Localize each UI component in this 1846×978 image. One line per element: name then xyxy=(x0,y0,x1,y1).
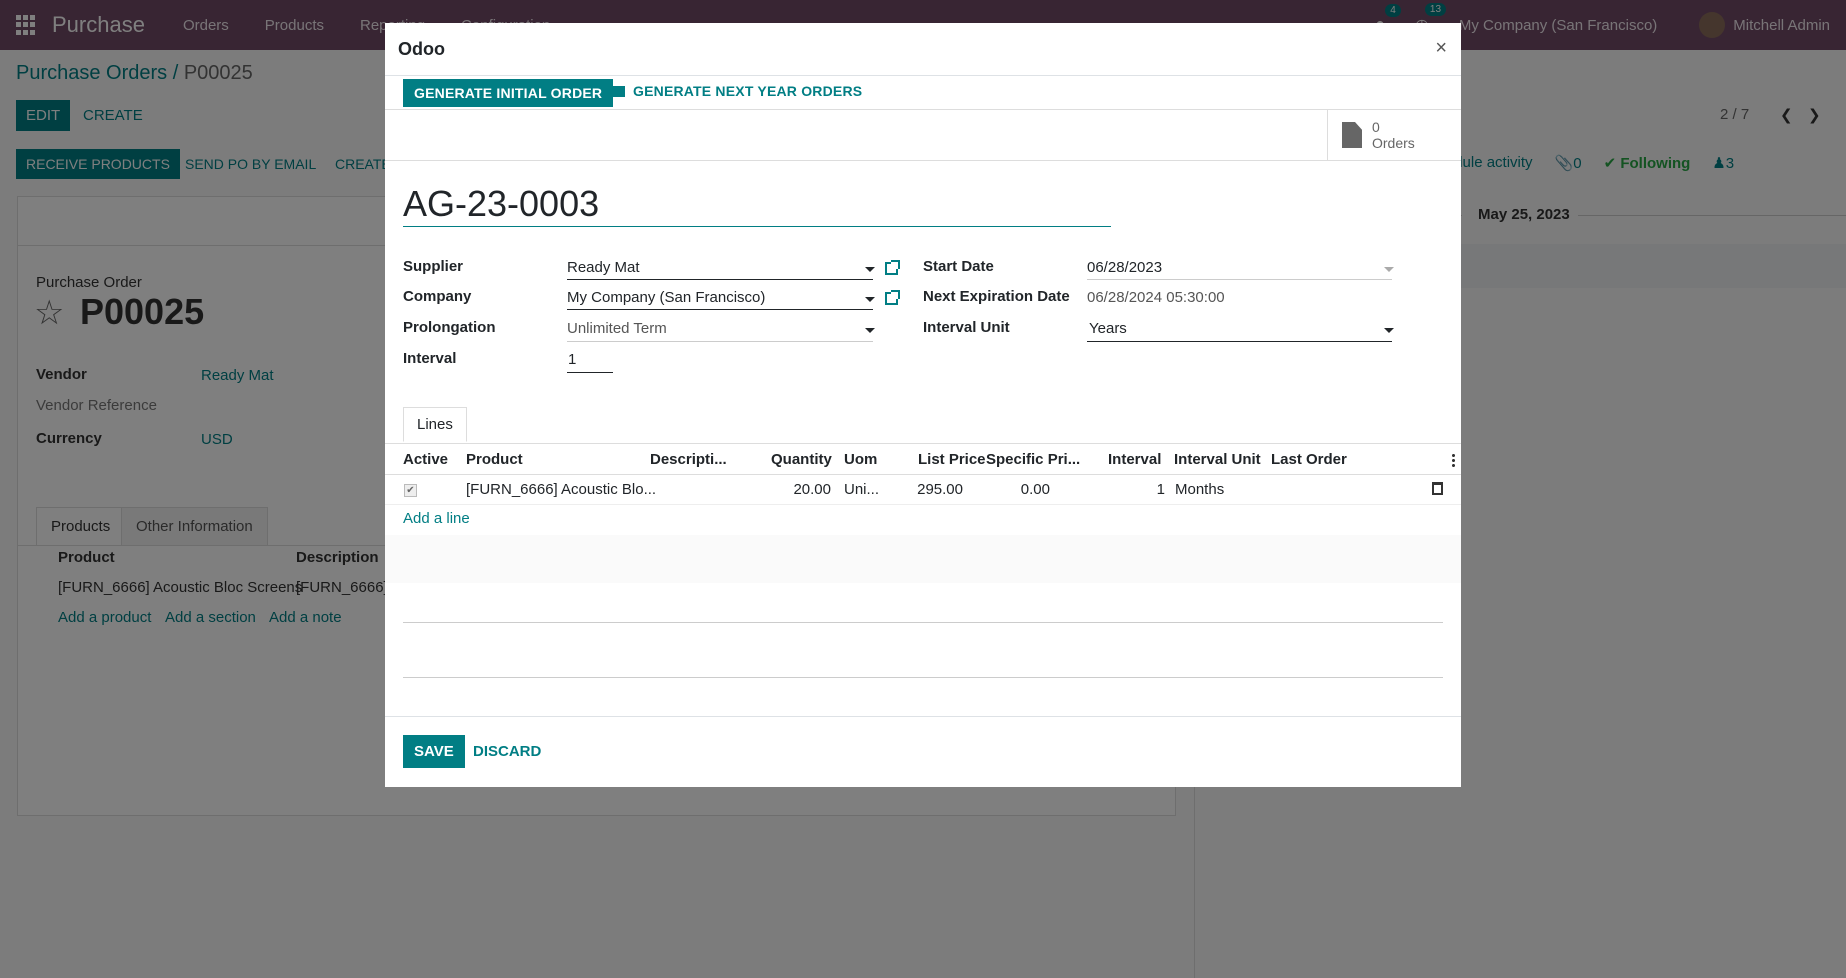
supplier-label: Supplier xyxy=(403,258,464,275)
interval-field[interactable]: 1 xyxy=(568,351,576,368)
column-product[interactable]: Product xyxy=(466,451,523,468)
line-quantity[interactable]: 20.00 xyxy=(775,481,831,498)
next-expiration-date-value: 06/28/2024 05:30:00 xyxy=(1087,289,1225,306)
line-uom[interactable]: Uni... xyxy=(844,481,879,498)
company-dropdown-icon[interactable] xyxy=(865,297,875,302)
envelope-icon xyxy=(611,85,625,97)
active-checkbox[interactable]: ✔ xyxy=(404,484,417,497)
column-interval[interactable]: Interval xyxy=(1108,451,1161,468)
company-external-link-icon[interactable] xyxy=(885,290,900,305)
start-date-label: Start Date xyxy=(923,258,994,275)
close-icon[interactable]: × xyxy=(1435,37,1447,60)
column-uom[interactable]: Uom xyxy=(844,451,877,468)
column-list-price[interactable]: List Price xyxy=(918,451,986,468)
modal-header: Odoo xyxy=(385,23,1461,76)
notes-separator-bottom xyxy=(403,677,1443,678)
company-underline xyxy=(567,309,873,310)
prolongation-underline xyxy=(567,341,873,342)
start-date-dropdown-icon[interactable] xyxy=(1384,267,1394,272)
add-line-link[interactable]: Add a line xyxy=(403,510,470,527)
notes-separator-top xyxy=(403,622,1443,623)
start-date-underline xyxy=(1087,279,1392,280)
optional-columns-icon[interactable] xyxy=(1452,453,1455,467)
company-field[interactable]: My Company (San Francisco) xyxy=(567,289,765,306)
orders-smart-button[interactable]: 0 Orders xyxy=(1327,110,1461,160)
supplier-field[interactable]: Ready Mat xyxy=(567,259,640,276)
modal-footer xyxy=(385,716,1461,787)
interval-unit-dropdown-icon[interactable] xyxy=(1384,328,1394,333)
column-specific-price[interactable]: Specific Pri... xyxy=(986,451,1080,468)
line-interval-unit[interactable]: Months xyxy=(1175,481,1224,498)
column-description[interactable]: Descripti... xyxy=(650,451,727,468)
generate-next-year-orders-button[interactable]: GENERATE NEXT YEAR ORDERS xyxy=(611,83,862,99)
line-list-price[interactable]: 295.00 xyxy=(905,481,963,498)
tab-lines[interactable]: Lines xyxy=(403,407,467,442)
column-quantity[interactable]: Quantity xyxy=(771,451,832,468)
document-icon xyxy=(1342,122,1362,148)
orders-label: Orders xyxy=(1372,135,1415,151)
start-date-field[interactable]: 06/28/2023 xyxy=(1087,259,1162,276)
delete-line-icon[interactable] xyxy=(1432,482,1443,495)
save-button[interactable]: SAVE xyxy=(403,735,465,768)
prolongation-field[interactable]: Unlimited Term xyxy=(567,320,667,337)
orders-count: 0 xyxy=(1372,119,1380,135)
button-box-divider xyxy=(385,160,1461,161)
prolongation-dropdown-icon[interactable] xyxy=(865,328,875,333)
modal-title: Odoo xyxy=(398,38,445,59)
company-label: Company xyxy=(403,288,472,305)
generate-next-year-orders-label: GENERATE NEXT YEAR ORDERS xyxy=(633,83,863,99)
line-interval[interactable]: 1 xyxy=(1105,481,1165,498)
interval-unit-label: Interval Unit xyxy=(923,319,1010,336)
interval-label: Interval xyxy=(403,350,457,367)
next-expiration-date-label: Next Expiration Date xyxy=(923,288,1070,305)
generate-initial-order-button[interactable]: GENERATE INITIAL ORDER xyxy=(403,79,614,107)
lines-tab-divider xyxy=(385,443,1461,444)
column-interval-unit[interactable]: Interval Unit xyxy=(1174,451,1261,468)
interval-unit-field[interactable]: Years xyxy=(1089,320,1127,337)
interval-underline xyxy=(567,372,613,373)
supplier-underline xyxy=(567,279,873,280)
lines-empty-row xyxy=(385,535,1461,583)
supplier-external-link-icon[interactable] xyxy=(885,260,900,275)
record-name-field[interactable]: AG-23-0003 xyxy=(403,183,599,225)
agreement-dialog: Odoo × GENERATE INITIAL ORDER GENERATE N… xyxy=(385,23,1461,787)
line-specific-price[interactable]: 0.00 xyxy=(985,481,1050,498)
supplier-dropdown-icon[interactable] xyxy=(865,267,875,272)
discard-button[interactable]: DISCARD xyxy=(473,743,541,760)
column-last-order[interactable]: Last Order xyxy=(1271,451,1347,468)
line-product[interactable]: [FURN_6666] Acoustic Blo... xyxy=(466,481,656,498)
interval-unit-underline xyxy=(1087,341,1392,342)
record-name-underline xyxy=(403,226,1111,227)
column-active[interactable]: Active xyxy=(403,451,448,468)
prolongation-label: Prolongation xyxy=(403,319,496,336)
